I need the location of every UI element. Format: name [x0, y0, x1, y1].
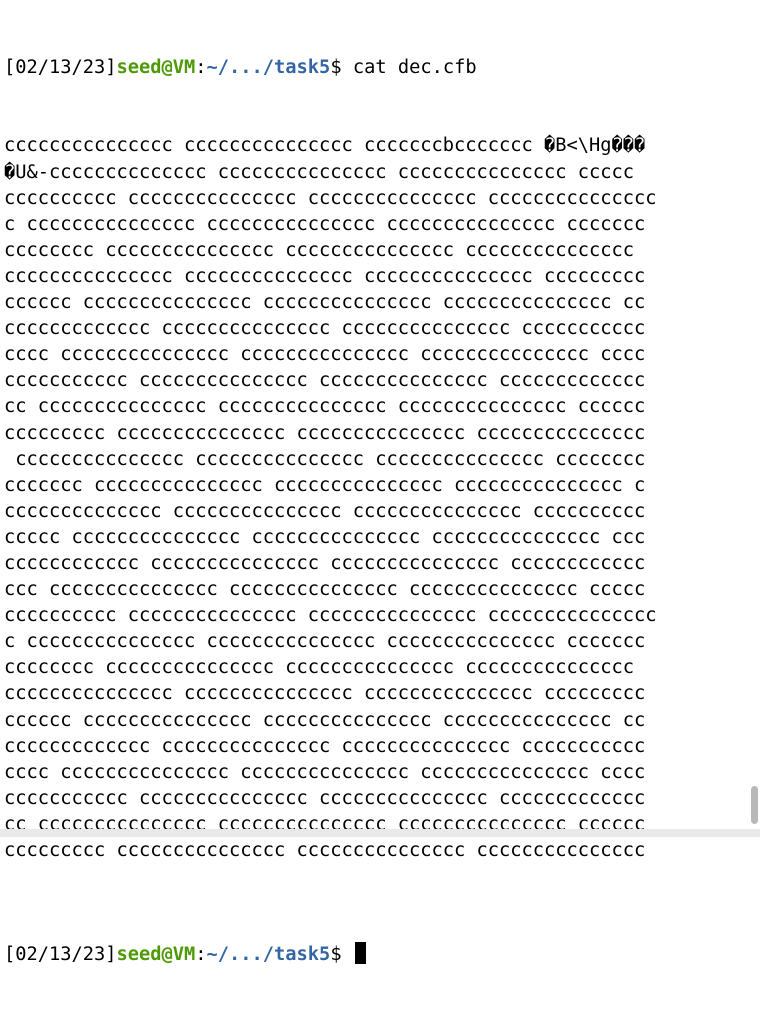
output-line: ccc ccccccccccccccc ccccccccccccccc cccc… — [4, 579, 646, 601]
prompt-symbol: $ — [330, 944, 342, 966]
output-line: ccccccccccccccc ccccccccccccccc cccccccc… — [4, 683, 646, 705]
output-line: ccccccc ccccccccccccccc ccccccccccccccc … — [4, 474, 646, 496]
prompt-timestamp: [02/13/23] — [4, 944, 117, 966]
output-line: cc ccccccccccccccc ccccccccccccccc ccccc… — [4, 396, 646, 418]
prompt-timestamp: [02/13/23] — [4, 57, 117, 79]
output-line: cccccccccccc ccccccccccccccc ccccccccccc… — [4, 552, 646, 574]
output-line: cccccccccc ccccccccccccccc ccccccccccccc… — [4, 605, 657, 627]
prompt-user-host: seed@VM — [116, 57, 196, 79]
output-line: ccccc ccccccccccccccc ccccccccccccccc cc… — [4, 526, 646, 548]
output-line: cccccccc ccccccccccccccc ccccccccccccccc… — [4, 239, 635, 261]
scrollbar-thumb[interactable] — [751, 786, 758, 824]
output-line: �U&-cccccccccccccc ccccccccccccccc ccccc… — [4, 161, 635, 183]
prompt-path: ~/.../task5 — [206, 57, 331, 79]
command-line: [02/13/23]seed@VM:~/.../task5$ cat dec.c… — [4, 55, 748, 81]
active-prompt-line[interactable]: [02/13/23]seed@VM:~/.../task5$ — [4, 942, 748, 968]
output-line: ccccccccccc ccccccccccccccc cccccccccccc… — [4, 787, 646, 809]
output-line: cccccccccccccc ccccccccccccccc ccccccccc… — [4, 500, 646, 522]
output-line: ccccccccccccc ccccccccccccccc cccccccccc… — [4, 318, 646, 340]
scrollbar[interactable] — [748, 0, 760, 837]
output-line: cccccc ccccccccccccccc ccccccccccccccc c… — [4, 709, 646, 731]
command-text: cat dec.cfb — [341, 57, 477, 79]
window-bottom-edge — [0, 829, 760, 837]
output-line: ccccccccc ccccccccccccccc cccccccccccccc… — [4, 840, 646, 861]
output-line: cccccccc ccccccccccccccc ccccccccccccccc… — [4, 657, 635, 679]
prompt-path: ~/.../task5 — [206, 944, 331, 966]
output-line: cccccccccc ccccccccccccccc ccccccccccccc… — [4, 187, 657, 209]
text-cursor — [354, 942, 366, 965]
output-line: cccc ccccccccccccccc ccccccccccccccc ccc… — [4, 344, 646, 366]
output-line: ccccccccccccccc ccccccccccccccc cccccccb… — [4, 135, 646, 157]
output-line: cccccc ccccccccccccccc ccccccccccccccc c… — [4, 292, 646, 314]
output-line: ccccccccc ccccccccccccccc cccccccccccccc… — [4, 422, 646, 444]
prompt-colon: : — [195, 57, 207, 79]
terminal-output: [02/13/23]seed@VM:~/.../task5$ cat dec.c… — [4, 3, 748, 1021]
terminal-window[interactable]: [02/13/23]seed@VM:~/.../task5$ cat dec.c… — [0, 0, 760, 965]
output-line: c ccccccccccccccc ccccccccccccccc cccccc… — [4, 631, 646, 653]
command-input[interactable] — [342, 944, 353, 965]
prompt-colon: : — [195, 944, 207, 966]
output-line: ccccccccccccc ccccccccccccccc cccccccccc… — [4, 735, 646, 757]
decrypted-output: ccccccccccccccc ccccccccccccccc cccccccb… — [4, 133, 748, 890]
output-line: ccccccccccc ccccccccccccccc cccccccccccc… — [4, 370, 646, 392]
output-line: c ccccccccccccccc ccccccccccccccc cccccc… — [4, 213, 646, 235]
output-line: ccccccccccccccc ccccccccccccccc cccccccc… — [4, 448, 646, 470]
output-line: ccccccccccccccc ccccccccccccccc cccccccc… — [4, 265, 646, 287]
prompt-symbol: $ — [330, 57, 342, 79]
prompt-user-host: seed@VM — [116, 944, 196, 966]
output-line: cccc ccccccccccccccc ccccccccccccccc ccc… — [4, 761, 646, 783]
